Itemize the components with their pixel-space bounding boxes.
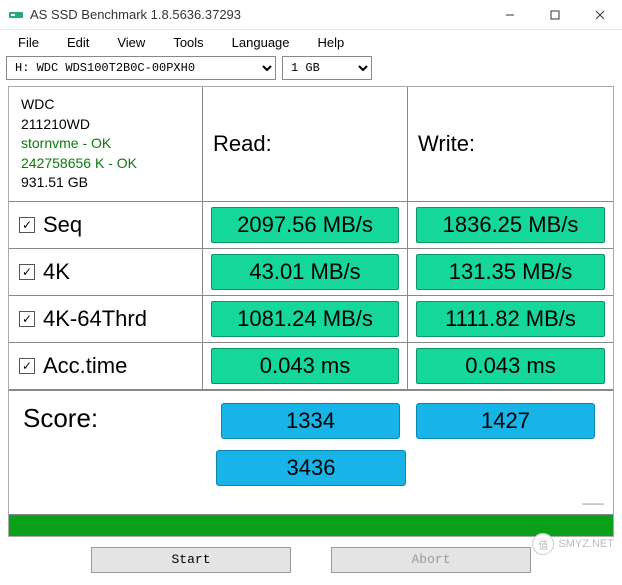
score-label: Score:: [19, 399, 213, 444]
row-acc-label: ✓ Acc.time: [9, 343, 203, 390]
abort-button: Abort: [331, 547, 531, 573]
acc-write: 0.043 ms: [416, 348, 605, 384]
acc-read: 0.043 ms: [211, 348, 399, 384]
menu-view[interactable]: View: [105, 33, 157, 52]
4k-write: 131.35 MB/s: [416, 254, 605, 290]
score-read: 1334: [221, 403, 400, 439]
menu-edit[interactable]: Edit: [55, 33, 101, 52]
menu-tools[interactable]: Tools: [161, 33, 215, 52]
menu-help[interactable]: Help: [306, 33, 357, 52]
checkbox-acc[interactable]: ✓: [19, 358, 35, 374]
maximize-button[interactable]: [532, 0, 577, 30]
seq-read: 2097.56 MB/s: [211, 207, 399, 243]
drive-info: WDC 211210WD stornvme - OK 242758656 K -…: [9, 87, 203, 202]
4k64-write: 1111.82 MB/s: [416, 301, 605, 337]
size-select[interactable]: 1 GB: [282, 56, 372, 80]
4k64-read: 1081.24 MB/s: [211, 301, 399, 337]
checkbox-seq[interactable]: ✓: [19, 217, 35, 233]
score-section: Score: 1334 1427 3436: [9, 390, 613, 496]
watermark: 值 SMYZ.NET: [532, 533, 614, 555]
info-align: 242758656 K - OK: [21, 154, 137, 174]
seq-write: 1836.25 MB/s: [416, 207, 605, 243]
score-write: 1427: [416, 403, 595, 439]
header-write: Write:: [408, 87, 613, 202]
info-capacity: 931.51 GB: [21, 173, 88, 193]
menubar: File Edit View Tools Language Help: [0, 30, 622, 54]
checkbox-4k64[interactable]: ✓: [19, 311, 35, 327]
watermark-badge: 值: [532, 533, 554, 555]
buttons-row: Start Abort: [0, 537, 622, 583]
info-model: WDC: [21, 95, 54, 115]
titlebar: AS SSD Benchmark 1.8.5636.37293: [0, 0, 622, 30]
minimize-button[interactable]: [487, 0, 532, 30]
menu-language[interactable]: Language: [220, 33, 302, 52]
menu-file[interactable]: File: [6, 33, 51, 52]
toolbar: H: WDC WDS100T2B0C-00PXH0 1 GB: [0, 54, 622, 86]
window-title: AS SSD Benchmark 1.8.5636.37293: [30, 7, 487, 22]
resize-grip-icon: --------: [9, 496, 613, 514]
4k-read: 43.01 MB/s: [211, 254, 399, 290]
info-driver: stornvme - OK: [21, 134, 111, 154]
watermark-text: SMYZ.NET: [558, 538, 614, 550]
checkbox-4k[interactable]: ✓: [19, 264, 35, 280]
info-model2: 211210WD: [21, 115, 90, 135]
row-4k64-label: ✓ 4K-64Thrd: [9, 296, 203, 343]
row-seq-label: ✓ Seq: [9, 202, 203, 249]
close-button[interactable]: [577, 0, 622, 30]
progress-bar: [9, 514, 613, 536]
start-button[interactable]: Start: [91, 547, 291, 573]
row-4k-label: ✓ 4K: [9, 249, 203, 296]
header-read: Read:: [203, 87, 408, 202]
drive-select[interactable]: H: WDC WDS100T2B0C-00PXH0: [6, 56, 276, 80]
results-panel: WDC 211210WD stornvme - OK 242758656 K -…: [8, 86, 614, 537]
app-icon: [8, 7, 24, 23]
score-total: 3436: [216, 450, 406, 486]
